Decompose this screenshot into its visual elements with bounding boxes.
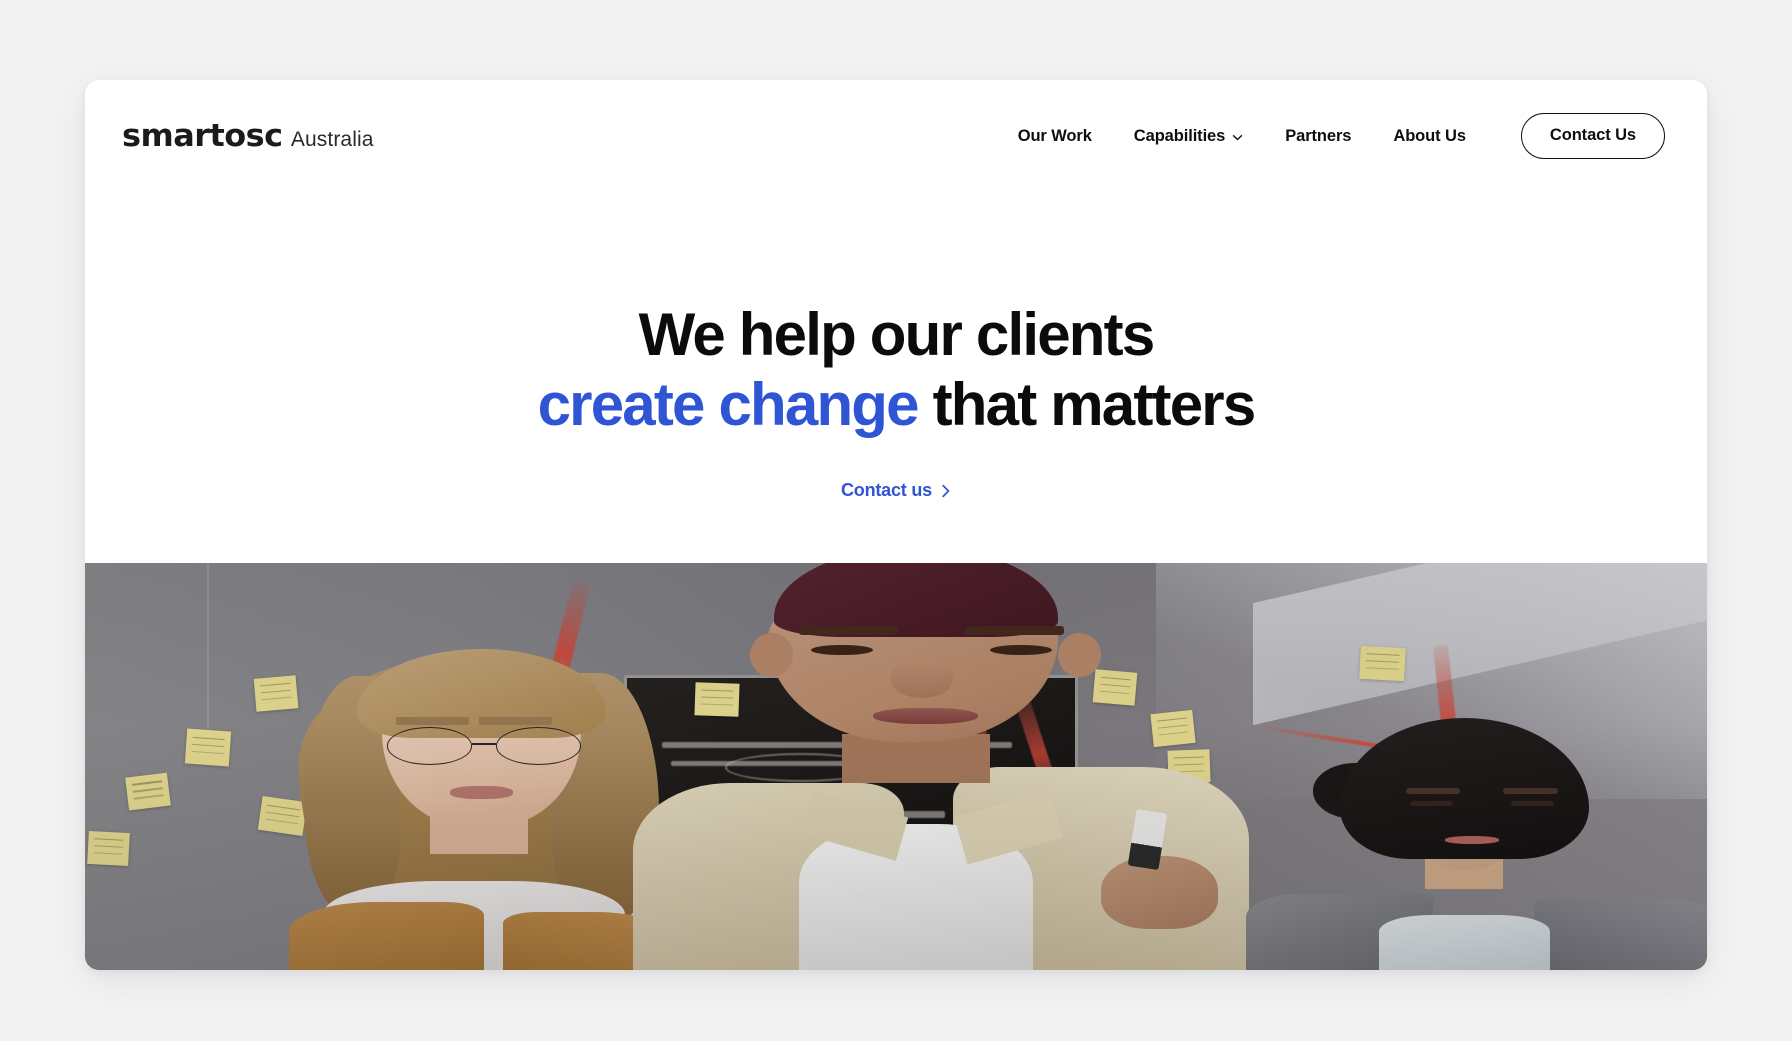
sticky-note [184, 728, 231, 767]
hero-link-row: Contact us [85, 480, 1707, 501]
hero-scene-illustration [85, 563, 1707, 970]
site-header: smartosc Australia Our Work Capabilities [85, 80, 1707, 192]
nav-item-partners[interactable]: Partners [1264, 117, 1372, 156]
eyeglasses [386, 727, 582, 766]
site-card: smartosc Australia Our Work Capabilities [85, 80, 1707, 970]
person-right [1246, 717, 1707, 970]
sticky-note [87, 830, 130, 866]
nav-item-about-us[interactable]: About Us [1372, 117, 1487, 156]
contact-us-button[interactable]: Contact Us [1520, 113, 1665, 159]
main-navigation: Our Work Capabilities Partners About Us [997, 113, 1665, 159]
nav-item-capabilities[interactable]: Capabilities [1113, 117, 1264, 156]
hero-headline-line-2: create change that matters [85, 370, 1707, 440]
hero-contact-us-link[interactable]: Contact us [841, 480, 951, 501]
hero-headline-accent: create change [537, 371, 920, 439]
page: smartosc Australia Our Work Capabilities [0, 0, 1792, 1041]
nav-item-label: Capabilities [1133, 126, 1226, 145]
chevron-right-icon [941, 484, 951, 498]
person-center [620, 563, 1249, 970]
nav-item-label: Partners [1285, 126, 1352, 145]
sticky-note [1359, 645, 1407, 681]
hero-contact-us-label: Contact us [840, 480, 932, 501]
hero-headline-rest: that matters [917, 371, 1257, 439]
hero-headline-line-1: We help our clients [638, 301, 1156, 368]
chevron-down-icon [1232, 132, 1243, 143]
brand-logo-link[interactable]: smartosc Australia [122, 117, 374, 154]
smartosc-wordmark: smartosc [122, 117, 283, 154]
nav-item-label: Our Work [1017, 126, 1092, 145]
hero-section: We help our clients create change that m… [85, 192, 1707, 563]
nav-item-our-work[interactable]: Our Work [997, 117, 1113, 156]
wall-corner-line [206, 563, 209, 751]
brand-region-label: Australia [290, 127, 374, 151]
hero-headline: We help our clients create change that m… [85, 300, 1707, 440]
hero-media-video[interactable] [85, 563, 1707, 970]
nav-item-label: About Us [1393, 126, 1466, 145]
sticky-note [125, 772, 172, 811]
hand-holding-marker [1101, 856, 1219, 930]
